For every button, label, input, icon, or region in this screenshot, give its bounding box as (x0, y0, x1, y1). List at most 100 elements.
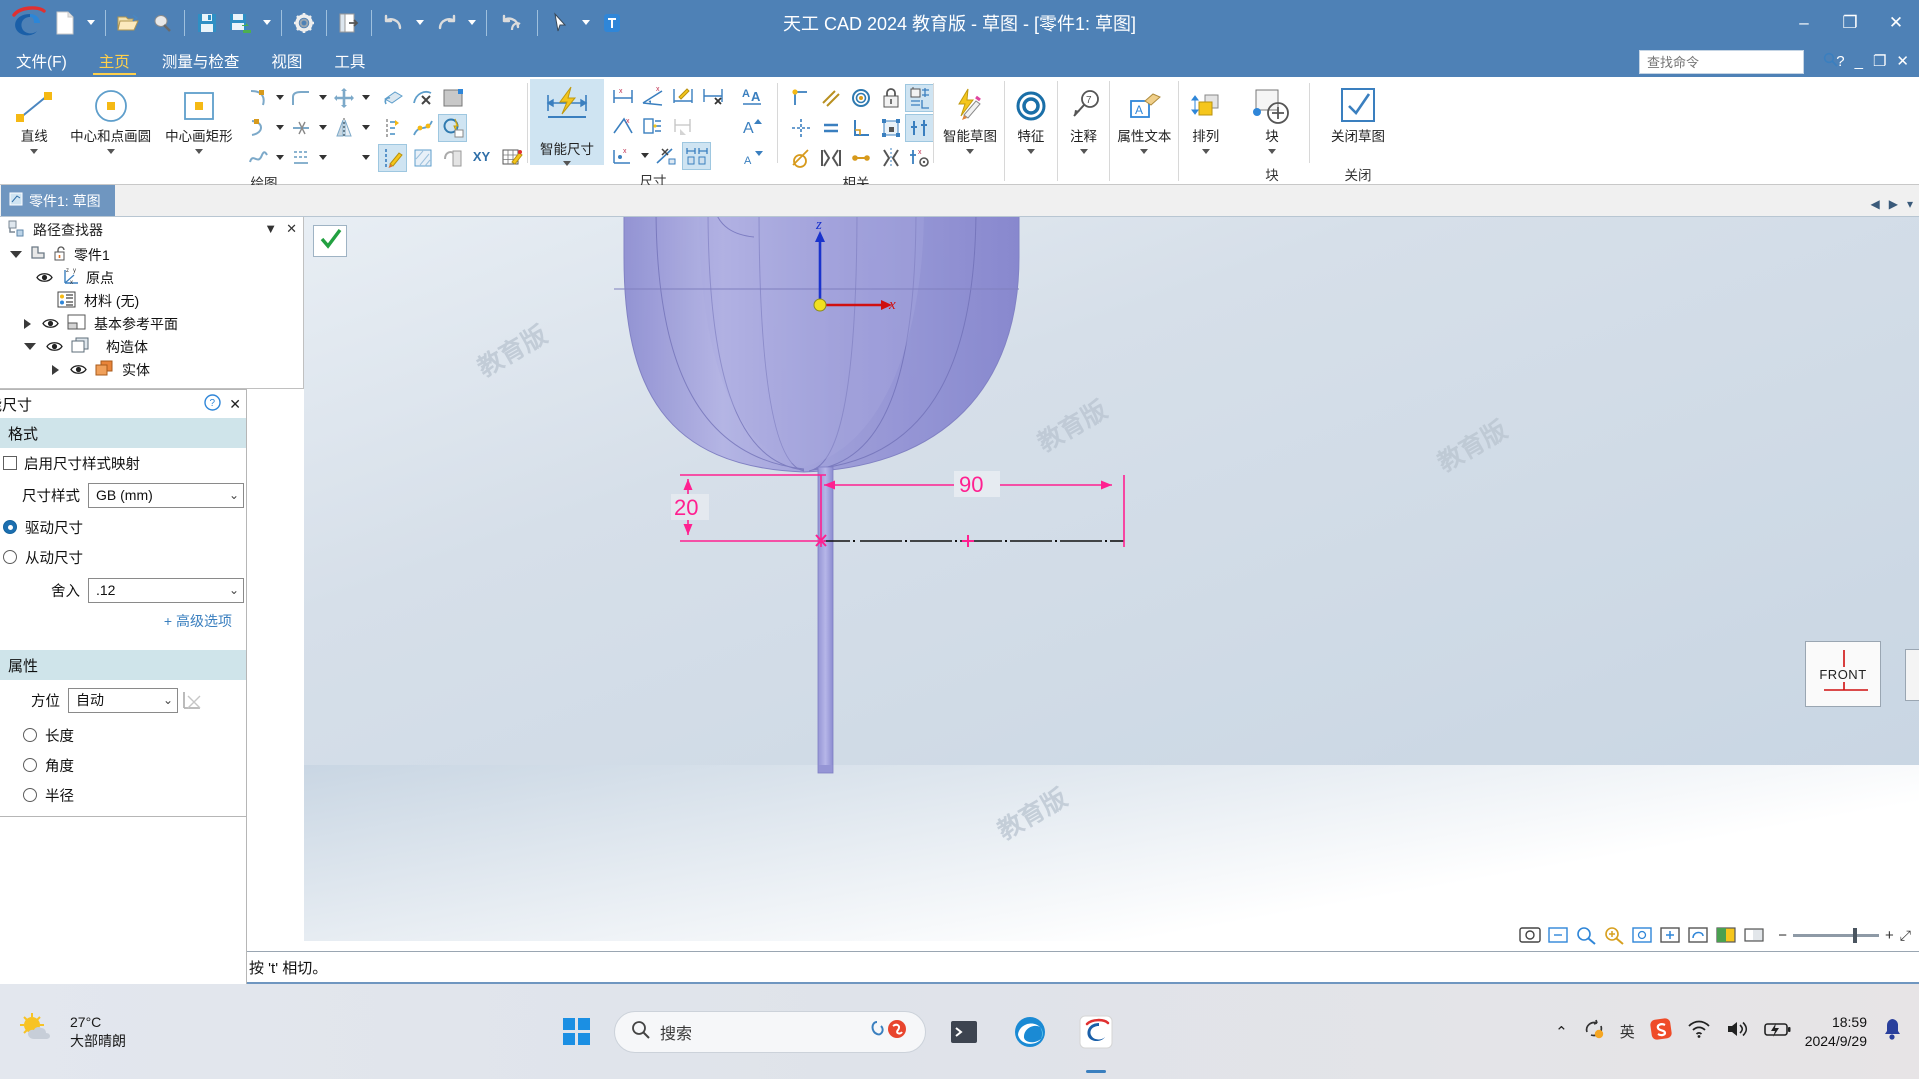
maintain-relationships-icon[interactable] (905, 83, 934, 112)
tool-rectangle-dropdown[interactable] (194, 148, 203, 154)
tool-smart-dimension-dropdown[interactable] (563, 161, 571, 166)
symmetric-right-icon[interactable] (876, 144, 905, 172)
select-dropdown-caret[interactable] (577, 5, 595, 41)
start-button[interactable] (548, 984, 604, 1079)
menu-item-measure[interactable]: 测量与检查 (146, 45, 256, 77)
type-length-radio[interactable] (23, 728, 37, 742)
select-cursor-icon[interactable] (543, 5, 577, 41)
zoom-all-icon[interactable] (1630, 924, 1654, 946)
tray-overflow-icon[interactable]: ⌃ (1555, 1023, 1568, 1041)
save-icon[interactable] (190, 5, 224, 41)
expander-right-icon[interactable] (24, 318, 31, 329)
tool-feature[interactable]: 特征 (1005, 81, 1058, 181)
battery-charging-icon[interactable] (1763, 1019, 1791, 1044)
expander-right-icon[interactable] (52, 364, 59, 375)
parallel-icon[interactable] (816, 84, 845, 112)
panel-menu-icon[interactable]: ▼ (264, 221, 277, 237)
perpendicular-toggle-icon[interactable] (178, 687, 208, 713)
lock-icon[interactable] (876, 84, 905, 112)
tool-circle-dropdown[interactable] (106, 148, 115, 154)
arc-dropdown-caret[interactable] (273, 84, 286, 112)
relationship-assistant-icon[interactable]: x (905, 144, 934, 172)
mirror-dropdown-caret[interactable] (359, 114, 372, 142)
tool-annotation[interactable]: 7 注释 (1058, 81, 1111, 181)
zoom-expand-button[interactable]: ⤢ (1900, 927, 1911, 944)
find-command-input[interactable] (1647, 54, 1823, 70)
spline-dropdown-caret[interactable] (273, 144, 286, 172)
fillet-icon[interactable] (286, 84, 315, 112)
tool-close-sketch[interactable]: 关闭草图 (1312, 81, 1404, 145)
driving-dimension-radio[interactable] (3, 520, 17, 534)
taskbar-weather[interactable]: 27°C 大部晴朗 (0, 1012, 126, 1051)
enable-style-mapping-row[interactable]: 启用尺寸样式映射 (0, 448, 246, 478)
angle-between-icon[interactable]: x (638, 82, 667, 110)
fillet-dropdown-caret[interactable] (316, 84, 329, 112)
menu-item-tools[interactable]: 工具 (318, 45, 381, 77)
tool-property-text[interactable]: A 属性文本 (1110, 81, 1180, 181)
rigid-set-icon[interactable] (876, 114, 905, 142)
minimize-button[interactable]: – (1781, 0, 1827, 45)
tree-row-part1[interactable]: 零件1 (0, 243, 303, 266)
visibility-eye-icon[interactable] (36, 271, 53, 285)
select-tool-icon[interactable] (1518, 924, 1542, 946)
pattern-icon[interactable] (329, 144, 358, 172)
zoom-slider-track[interactable] (1793, 927, 1880, 943)
perpendicular-icon[interactable] (846, 114, 875, 142)
taskbar-widget-icon[interactable] (867, 1014, 913, 1049)
tangent-icon[interactable] (786, 144, 815, 172)
tree-row-solid[interactable]: 实体 (0, 358, 303, 381)
curve-tool-icon[interactable] (243, 114, 272, 142)
type-angle-radio[interactable] (23, 758, 37, 772)
project-curve-icon[interactable] (378, 114, 407, 142)
tool-block-dropdown[interactable] (1268, 148, 1276, 154)
pattern-dropdown-caret[interactable] (359, 144, 372, 172)
menu-item-file[interactable]: 文件(F) (0, 45, 83, 77)
concentric-icon[interactable] (846, 84, 875, 112)
select-window-icon[interactable] (1546, 924, 1570, 946)
tool-arrange-dropdown[interactable] (1201, 148, 1210, 154)
expander-down-icon[interactable] (10, 251, 22, 258)
text-style-icon[interactable]: AA (737, 82, 766, 110)
dimension-group-dropdown[interactable] (638, 142, 651, 170)
text-decrease-icon[interactable]: A (737, 142, 766, 170)
settings-gear-icon[interactable] (287, 5, 321, 41)
taskbar-app-edge[interactable] (1002, 984, 1058, 1079)
expander-down-icon[interactable] (24, 343, 36, 350)
visibility-eye-icon[interactable] (46, 340, 63, 354)
rotate-view-icon[interactable] (1686, 924, 1710, 946)
extrude-preview-icon[interactable] (438, 144, 467, 172)
find-command-box[interactable] (1639, 50, 1838, 74)
sketch-view-icon[interactable] (1742, 924, 1766, 946)
visibility-eye-icon[interactable] (42, 317, 59, 331)
tool-circle-center-point[interactable]: 中心和点画圆 (67, 81, 155, 154)
ribbon-close-icon[interactable]: ✕ (1896, 54, 1909, 69)
driven-dimension-radio[interactable] (3, 550, 17, 564)
dimension-axis-icon[interactable] (668, 112, 697, 140)
ribbon-restore-icon[interactable]: ❐ (1873, 54, 1886, 69)
dialog-close-icon[interactable]: ✕ (229, 396, 241, 413)
relationship-handles-icon[interactable] (905, 113, 934, 142)
tool-property-text-dropdown[interactable] (1140, 148, 1149, 154)
align-dimensions-icon[interactable] (682, 141, 711, 170)
hatch-area-icon[interactable] (408, 144, 437, 172)
pan-icon[interactable] (1658, 924, 1682, 946)
exit-door-icon[interactable] (332, 5, 366, 41)
tool-smart-sketch[interactable]: 智能草图 (936, 81, 1006, 181)
dimension-style-icon[interactable] (652, 142, 681, 170)
tool-line[interactable]: 直线 (2, 81, 67, 154)
undo-icon[interactable] (377, 5, 411, 41)
accept-check-button[interactable] (313, 225, 347, 257)
sogou-icon[interactable] (1649, 1017, 1673, 1046)
type-angle-row[interactable]: 角度 (0, 750, 246, 780)
close-button[interactable]: ✕ (1873, 0, 1919, 45)
tree-row-material[interactable]: 材料 (无) (0, 289, 303, 312)
type-radius-row[interactable]: 半径 (0, 780, 246, 810)
chevron-down-icon[interactable]: ⌄ (229, 583, 239, 597)
new-dropdown-caret[interactable] (82, 5, 100, 41)
tree-row-origin[interactable]: zy x 原点 (0, 266, 303, 289)
dialog-help-icon[interactable]: ? (204, 394, 221, 415)
visibility-eye-icon[interactable] (70, 363, 87, 377)
tab-prev-icon[interactable]: ◀ (1871, 197, 1880, 211)
taskbar-app-terminal[interactable] (936, 984, 992, 1079)
type-radius-radio[interactable] (23, 788, 37, 802)
